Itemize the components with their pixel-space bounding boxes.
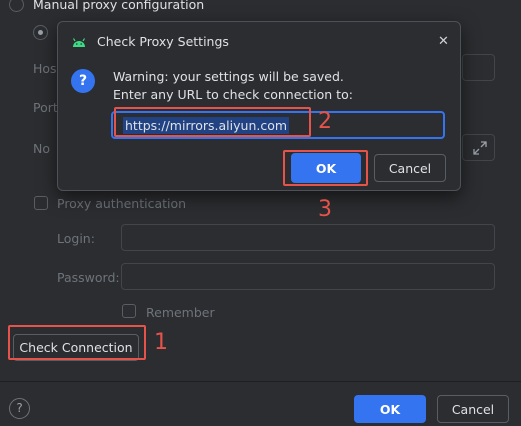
host-field[interactable]	[462, 54, 495, 81]
annotation-number-2: 2	[318, 109, 332, 134]
warning-line-2: Enter any URL to check connection to:	[113, 87, 353, 102]
proxy-auth-checkbox[interactable]	[34, 196, 48, 210]
no-proxy-label: No	[33, 141, 50, 156]
expand-icon[interactable]	[473, 141, 487, 155]
manual-proxy-label: Manual proxy configuration	[33, 0, 205, 12]
annotation-box-3	[283, 150, 368, 186]
bottom-divider	[0, 381, 521, 382]
settings-ok-button[interactable]: OK	[354, 395, 426, 423]
annotation-number-3: 3	[318, 197, 332, 222]
http-radio[interactable]	[33, 25, 48, 40]
annotation-box-1	[8, 325, 146, 360]
android-icon	[72, 38, 86, 47]
warning-line-1: Warning: your settings will be saved.	[113, 69, 344, 84]
annotation-box-2	[114, 107, 311, 137]
help-icon[interactable]: ?	[9, 398, 30, 419]
login-label: Login:	[57, 231, 95, 246]
remember-label: Remember	[146, 305, 215, 320]
close-icon[interactable]: ✕	[438, 34, 449, 49]
host-label: Hos	[33, 61, 57, 76]
no-proxy-field[interactable]	[462, 134, 495, 161]
password-field[interactable]	[121, 263, 495, 290]
dialog-title: Check Proxy Settings	[97, 34, 229, 49]
login-field[interactable]	[121, 224, 495, 251]
manual-proxy-radio[interactable]	[9, 0, 24, 12]
annotation-number-1: 1	[154, 330, 168, 355]
dialog-cancel-button[interactable]: Cancel	[374, 154, 446, 182]
port-label: Port	[33, 100, 58, 115]
check-proxy-dialog: Check Proxy Settings ✕ ? Warning: your s…	[57, 21, 461, 191]
password-label: Password:	[57, 270, 120, 285]
settings-cancel-button[interactable]: Cancel	[437, 395, 509, 423]
proxy-auth-label: Proxy authentication	[57, 196, 187, 211]
info-icon: ?	[71, 69, 95, 93]
remember-checkbox[interactable]	[122, 304, 136, 318]
